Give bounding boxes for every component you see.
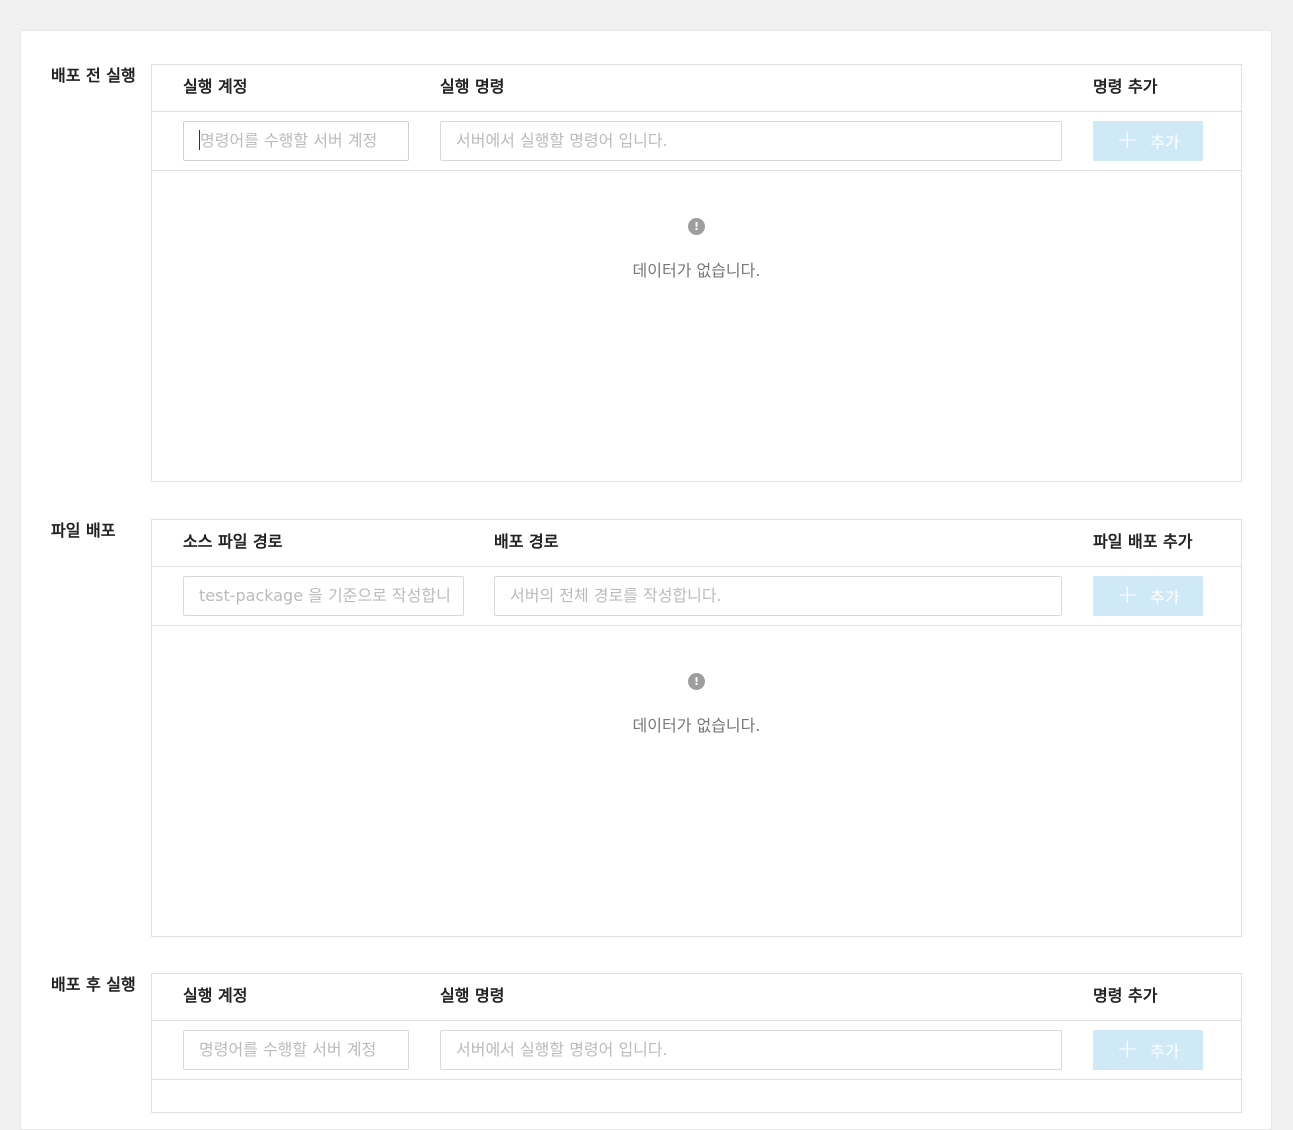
table-header: 실행 계정 실행 명령 명령 추가 <box>152 974 1241 1021</box>
deploy-settings-panel: 배포 전 실행 실행 계정 실행 명령 명령 추가 명령어를 수행할 서버 계정… <box>20 30 1272 1130</box>
column-header-source-path: 소스 파일 경로 <box>183 532 283 551</box>
pre-deploy-table: 실행 계정 실행 명령 명령 추가 명령어를 수행할 서버 계정 서버에서 실행… <box>151 64 1242 482</box>
add-file-deploy-button[interactable]: + 추가 <box>1093 576 1203 616</box>
input-row: test-package 을 기준으로 작성합니 서버의 전체 경로를 작성합니… <box>152 567 1241 626</box>
column-header-add: 명령 추가 <box>1093 77 1158 96</box>
section-label-pre-deploy: 배포 전 실행 <box>51 66 136 85</box>
column-header-deploy-path: 배포 경로 <box>494 532 559 551</box>
deploy-path-input[interactable]: 서버의 전체 경로를 작성합니다. <box>494 576 1062 616</box>
exclamation-circle-icon: ! <box>688 218 705 235</box>
account-input-placeholder: 명령어를 수행할 서버 계정 <box>200 131 378 150</box>
column-header-account: 실행 계정 <box>183 986 248 1005</box>
file-deploy-table: 소스 파일 경로 배포 경로 파일 배포 추가 test-package 을 기… <box>151 519 1242 937</box>
plus-icon: + <box>1116 580 1139 610</box>
command-input[interactable]: 서버에서 실행할 명령어 입니다. <box>440 121 1062 161</box>
section-label-post-deploy: 배포 후 실행 <box>51 975 136 994</box>
column-header-account: 실행 계정 <box>183 77 248 96</box>
account-input[interactable]: 명령어를 수행할 서버 계정 <box>183 1030 409 1070</box>
input-row: 명령어를 수행할 서버 계정 서버에서 실행할 명령어 입니다. + 추가 <box>152 1021 1241 1080</box>
plus-icon: + <box>1116 125 1139 155</box>
command-input[interactable]: 서버에서 실행할 명령어 입니다. <box>440 1030 1062 1070</box>
plus-icon: + <box>1116 1034 1139 1064</box>
empty-text: 데이터가 없습니다. <box>632 716 761 735</box>
add-command-button[interactable]: + 추가 <box>1093 121 1203 161</box>
post-deploy-table: 실행 계정 실행 명령 명령 추가 명령어를 수행할 서버 계정 서버에서 실행… <box>151 973 1242 1113</box>
column-header-add-file: 파일 배포 추가 <box>1093 532 1193 551</box>
exclamation-circle-icon: ! <box>688 673 705 690</box>
add-command-button[interactable]: + 추가 <box>1093 1030 1203 1070</box>
column-header-command: 실행 명령 <box>440 986 505 1005</box>
section-label-file-deploy: 파일 배포 <box>51 521 116 540</box>
table-header: 소스 파일 경로 배포 경로 파일 배포 추가 <box>152 520 1241 567</box>
account-input[interactable]: 명령어를 수행할 서버 계정 <box>183 121 409 161</box>
add-button-label: 추가 <box>1150 588 1180 607</box>
empty-state: ! 데이터가 없습니다. <box>152 171 1241 481</box>
source-path-input[interactable]: test-package 을 기준으로 작성합니 <box>183 576 464 616</box>
empty-state: ! 데이터가 없습니다. <box>152 626 1241 936</box>
column-header-add: 명령 추가 <box>1093 986 1158 1005</box>
table-header: 실행 계정 실행 명령 명령 추가 <box>152 65 1241 112</box>
empty-text: 데이터가 없습니다. <box>632 261 761 280</box>
add-button-label: 추가 <box>1150 1042 1180 1061</box>
input-row: 명령어를 수행할 서버 계정 서버에서 실행할 명령어 입니다. + 추가 <box>152 112 1241 171</box>
add-button-label: 추가 <box>1150 133 1180 152</box>
column-header-command: 실행 명령 <box>440 77 505 96</box>
